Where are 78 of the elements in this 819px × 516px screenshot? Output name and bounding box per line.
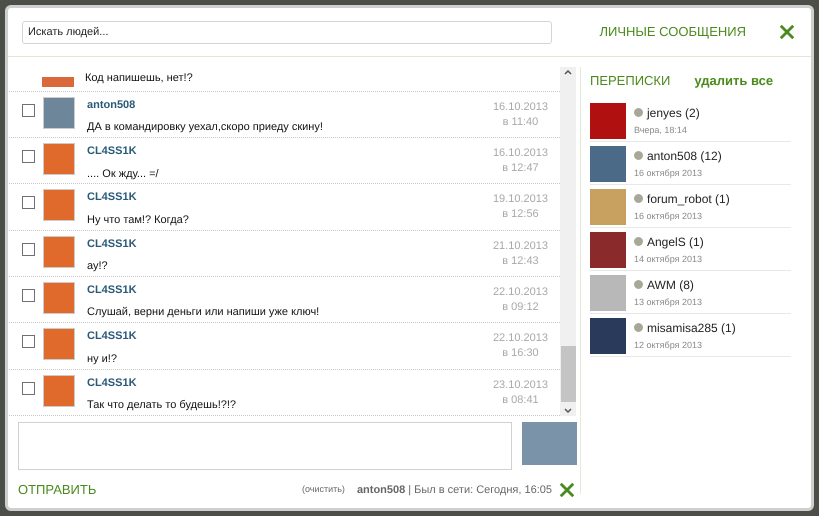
- sender-name[interactable]: CL4SS1K: [87, 143, 485, 160]
- avatar-placeholder: [43, 236, 75, 268]
- conversation-date: 16 октября 2013: [634, 210, 704, 223]
- message-date: 19.10.2013: [492, 192, 548, 208]
- delete-all-link[interactable]: удалить все: [694, 71, 774, 90]
- message-time: в 08:41: [502, 392, 539, 408]
- message-date: 22.10.2013: [492, 331, 548, 346]
- message-text: ну и!?: [87, 352, 118, 367]
- scroll-thumb[interactable]: [560, 346, 576, 402]
- avatar-placeholder: [43, 282, 75, 314]
- message-checkbox[interactable]: [22, 382, 35, 395]
- close-icon[interactable]: [560, 482, 574, 497]
- conversation-date: 13 октября 2013: [634, 296, 702, 309]
- avatar-placeholder: [590, 188, 626, 224]
- conversation-link[interactable]: anton508 (12): [647, 146, 722, 164]
- message-date: 21.10.2013: [492, 238, 548, 254]
- scrollbar[interactable]: [560, 67, 576, 416]
- message-date: 16.10.2013: [492, 100, 548, 115]
- dialog-title: ЛИЧНЫЕ СООБЩЕНИЯ: [599, 23, 746, 42]
- avatar-placeholder: [590, 102, 626, 138]
- avatar-placeholder: [590, 232, 626, 268]
- message-text: Слушай, верни деньги или напиши уже ключ!: [87, 305, 320, 320]
- message-time: в 12:43: [502, 254, 539, 269]
- message-date: 22.10.2013: [492, 284, 548, 300]
- conversation-date: 12 октября 2013: [634, 338, 704, 352]
- clear-link[interactable]: (очистить): [302, 483, 345, 496]
- message-time: в 12:56: [502, 207, 539, 222]
- message-text: Ну что там!? Когда?: [87, 212, 190, 228]
- conversation-link[interactable]: AWM (8): [647, 276, 694, 294]
- avatar-placeholder: [522, 422, 577, 465]
- message-text: ДА в командировку уехал,скоро приеду скину!: [87, 120, 324, 136]
- avatar-placeholder: [590, 274, 626, 310]
- message-date: 16.10.2013: [492, 146, 548, 161]
- message-checkbox[interactable]: [22, 288, 35, 302]
- avatar-placeholder: [42, 76, 74, 87]
- message-date: 23.10.2013: [492, 378, 548, 393]
- conversations-title: ПЕРЕПИСКИ: [590, 72, 670, 90]
- message-time: в 12:47: [502, 161, 539, 176]
- message-time: в 16:30: [502, 346, 539, 362]
- search-field[interactable]: Искать людей...: [22, 20, 552, 44]
- message-checkbox[interactable]: [22, 150, 35, 163]
- conversation-link[interactable]: jenyes (2): [647, 104, 700, 122]
- message-checkbox[interactable]: [22, 335, 35, 348]
- avatar-placeholder: [43, 189, 75, 222]
- scroll-down-icon[interactable]: [564, 408, 572, 416]
- avatar-placeholder: [590, 146, 626, 182]
- sender-name[interactable]: CL4SS1K: [87, 189, 485, 206]
- recipient-name[interactable]: anton508: [356, 482, 406, 498]
- sender-name[interactable]: CL4SS1K: [87, 282, 485, 298]
- avatar-placeholder: [43, 328, 75, 360]
- avatar-placeholder: [43, 143, 75, 175]
- conversation-link[interactable]: AngelS (1): [647, 232, 704, 250]
- message-input[interactable]: [18, 422, 512, 470]
- avatar-placeholder: [43, 96, 75, 129]
- message-time: в 11:40: [502, 114, 538, 130]
- conversation-link[interactable]: misamisa285 (1): [647, 318, 736, 336]
- message-text: Код напишешь, нет!?: [85, 71, 193, 86]
- close-icon[interactable]: [780, 25, 794, 39]
- message-checkbox[interactable]: [22, 242, 35, 256]
- message-text: Так что делать то будешь!?!?: [87, 398, 238, 414]
- avatar-placeholder: [590, 318, 626, 354]
- sender-name[interactable]: CL4SS1K: [87, 374, 485, 392]
- last-seen-text: | Был в сети: Сегодня, 16:05: [408, 482, 552, 498]
- message-checkbox[interactable]: [22, 104, 35, 117]
- sender-name[interactable]: CL4SS1K: [87, 236, 485, 252]
- message-text: ау!?: [87, 259, 109, 274]
- message-text: .... Ок жду... =/: [87, 166, 160, 182]
- conversation-date: 16 октября 2013: [634, 166, 704, 180]
- avatar-placeholder: [43, 374, 75, 407]
- conversation-date: Вчера, 18:14: [634, 124, 688, 137]
- conversation-link[interactable]: forum_robot (1): [647, 190, 730, 208]
- sender-name[interactable]: CL4SS1K: [87, 328, 485, 345]
- sender-name[interactable]: anton508: [87, 96, 485, 114]
- message-checkbox[interactable]: [22, 196, 35, 210]
- scroll-up-icon[interactable]: [564, 67, 572, 75]
- conversation-date: 14 октября 2013: [634, 252, 704, 266]
- send-button[interactable]: ОТПРАВИТЬ: [18, 480, 96, 500]
- message-time: в 09:12: [502, 300, 539, 315]
